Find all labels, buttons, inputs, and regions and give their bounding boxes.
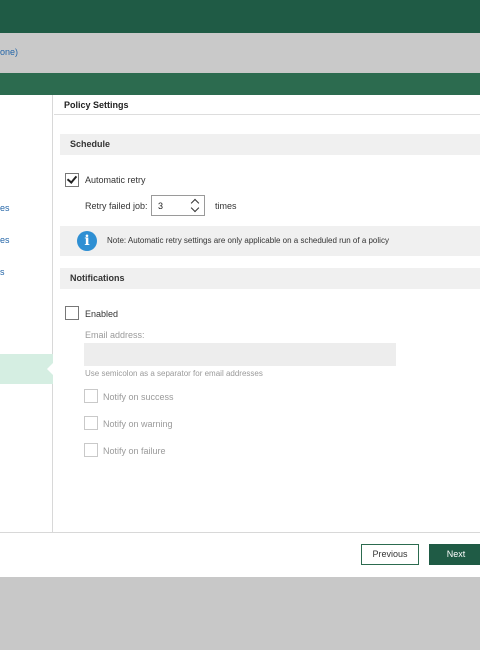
sidebar-step[interactable]: es (0, 235, 10, 245)
notifications-enabled-checkbox[interactable] (65, 306, 79, 320)
divider (54, 114, 480, 115)
notifications-section-header: Notifications (60, 268, 480, 289)
notify-warning-label: Notify on warning (103, 419, 173, 429)
wizard-header (0, 73, 480, 95)
policy-wizard-dialog: es es s Policy Settings Schedule Automat… (0, 95, 480, 577)
breadcrumb-title[interactable]: one) (0, 47, 18, 57)
chevron-down-icon[interactable] (190, 203, 200, 213)
info-icon: i (77, 231, 97, 251)
notify-success-checkbox[interactable] (84, 389, 98, 403)
notify-failure-label: Notify on failure (103, 446, 166, 456)
schedule-section-header: Schedule (60, 134, 480, 155)
retry-count-value[interactable]: 3 (158, 201, 163, 211)
active-step-pointer (47, 362, 54, 376)
retry-note: i Note: Automatic retry settings are onl… (60, 226, 480, 256)
notifications-enabled-label: Enabled (85, 309, 119, 319)
wizard-steps-sidebar: es es s (0, 95, 54, 532)
sidebar-step[interactable]: es (0, 203, 10, 213)
previous-button[interactable]: Previous (361, 544, 419, 565)
automatic-retry-checkbox[interactable] (65, 173, 79, 187)
retry-unit-label: times (215, 201, 237, 211)
page-title: Policy Settings (64, 100, 129, 110)
notify-warning-checkbox[interactable] (84, 416, 98, 430)
retry-failed-job-label: Retry failed job: (85, 201, 148, 211)
notify-success-label: Notify on success (103, 392, 174, 402)
breadcrumb-bar: one) (0, 33, 480, 71)
check-icon (66, 173, 78, 184)
retry-note-text: Note: Automatic retry settings are only … (107, 236, 389, 245)
sidebar-step[interactable]: s (0, 267, 5, 277)
notify-failure-checkbox[interactable] (84, 443, 98, 457)
next-button[interactable]: Next (429, 544, 480, 565)
sidebar-step-active[interactable] (0, 354, 53, 384)
retry-count-stepper[interactable]: 3 (151, 195, 205, 216)
notifications-heading: Notifications (70, 273, 125, 283)
email-hint: Use semicolon as a separator for email a… (85, 369, 263, 378)
footer-divider (0, 532, 480, 533)
schedule-heading: Schedule (70, 139, 111, 149)
top-app-bar (0, 0, 480, 33)
automatic-retry-label: Automatic retry (85, 175, 146, 185)
email-address-input[interactable] (84, 343, 396, 366)
email-address-label: Email address: (85, 330, 145, 340)
